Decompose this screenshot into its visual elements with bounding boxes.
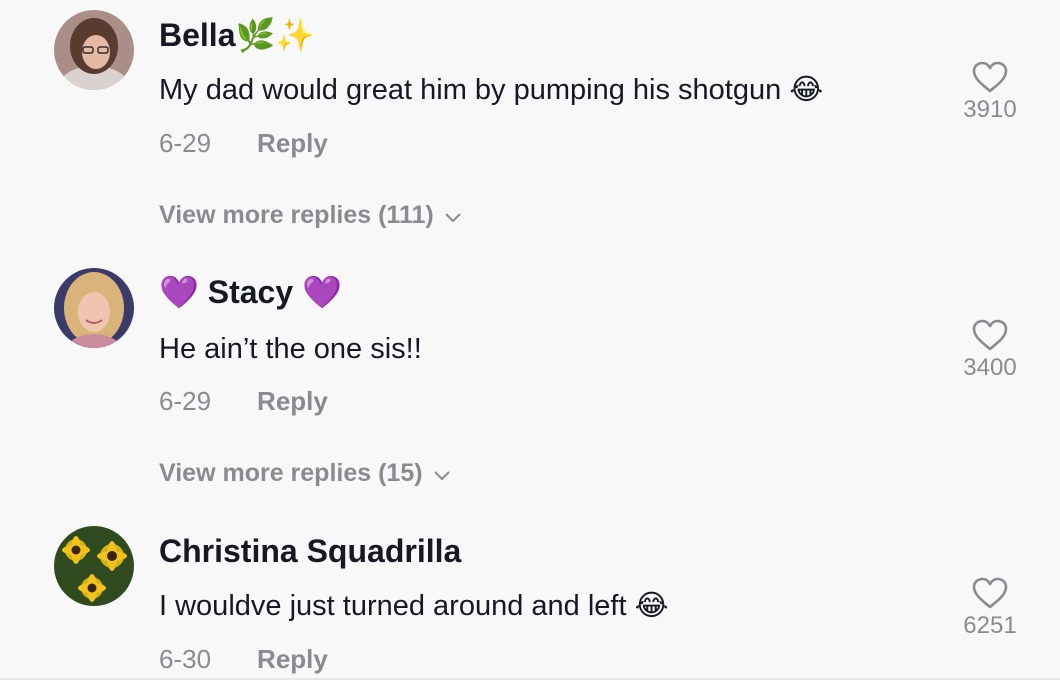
comment-text: He ain’t the one sis!!: [159, 335, 422, 364]
comment-meta: 6-29 Reply: [159, 130, 328, 156]
chevron-down-icon: [444, 204, 462, 229]
like-button[interactable]: 6251: [950, 576, 1030, 638]
username[interactable]: Bella🌿✨: [159, 19, 315, 51]
like-count: 6251: [963, 612, 1017, 639]
purple-heart-emoji: 💜: [302, 274, 342, 310]
laughing-emoji: 😂: [789, 74, 824, 106]
reply-button[interactable]: Reply: [257, 644, 328, 674]
comment-text-label: I wouldve just turned around and left: [159, 590, 627, 622]
view-more-replies-button[interactable]: View more replies (15): [159, 461, 451, 487]
view-more-replies-label: View more replies (15): [159, 459, 423, 487]
heart-outline-icon: [950, 318, 1030, 352]
like-button[interactable]: 3400: [950, 318, 1030, 380]
avatar[interactable]: [54, 10, 134, 90]
comment-meta: 6-30 Reply: [159, 646, 328, 672]
comment-text: I wouldve just turned around and left 😂: [159, 592, 668, 621]
like-button[interactable]: 3910: [950, 60, 1030, 122]
view-more-replies-button[interactable]: View more replies (111): [159, 203, 462, 229]
laughing-emoji: 😂: [634, 590, 669, 622]
username[interactable]: 💜 Stacy 💜: [159, 276, 342, 308]
leaf-sparkle-emoji: 🌿✨: [235, 17, 316, 53]
like-count: 3910: [963, 96, 1017, 123]
username-label: Christina Squadrilla: [159, 533, 462, 569]
comment-date: 6-30: [159, 644, 212, 674]
heart-outline-icon: [950, 576, 1030, 610]
like-count: 3400: [963, 354, 1017, 381]
username-label: Stacy: [207, 274, 294, 310]
chevron-down-icon: [433, 462, 451, 487]
avatar[interactable]: [54, 268, 134, 348]
comment-date: 6-29: [159, 386, 212, 416]
comment-list: Bella🌿✨ My dad would great him by pumpin…: [0, 0, 1060, 680]
view-more-replies-label: View more replies (111): [159, 201, 434, 229]
comment-meta: 6-29 Reply: [159, 388, 328, 414]
comment-text-label: He ain’t the one sis!!: [159, 333, 422, 365]
reply-button[interactable]: Reply: [257, 386, 328, 416]
username[interactable]: Christina Squadrilla: [159, 535, 461, 567]
comment-date: 6-29: [159, 128, 212, 158]
comment-text: My dad would great him by pumping his sh…: [159, 76, 823, 105]
username-label: Bella: [159, 17, 236, 53]
avatar[interactable]: [54, 526, 134, 606]
purple-heart-emoji: 💜: [159, 274, 199, 310]
reply-button[interactable]: Reply: [257, 128, 328, 158]
comment-text-label: My dad would great him by pumping his sh…: [159, 74, 782, 106]
heart-outline-icon: [950, 60, 1030, 94]
